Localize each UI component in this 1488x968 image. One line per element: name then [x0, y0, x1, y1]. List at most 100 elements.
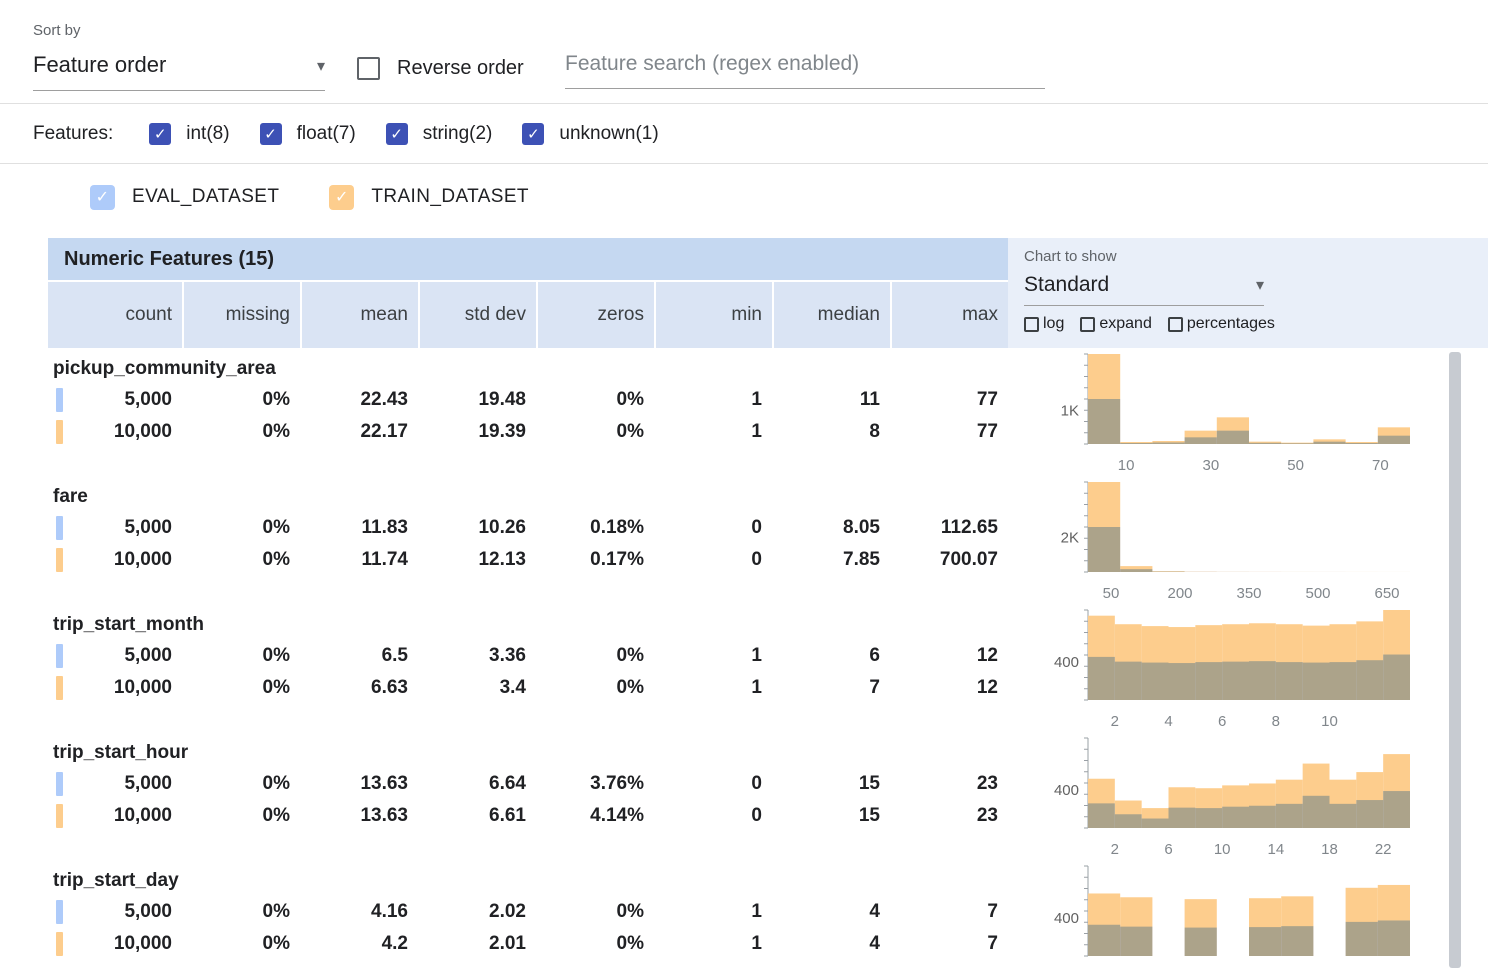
toolbar: Sort by Feature order ▾ Reverse order — [0, 0, 1488, 104]
dataset-legend: ✓ EVAL_DATASET ✓ TRAIN_DATASET — [0, 164, 1488, 230]
feature-histogram: 400 — [1008, 860, 1488, 968]
table-header: Numeric Features (15) countmissingmeanst… — [48, 238, 1488, 348]
stat-mean: 4.16 — [302, 896, 418, 928]
chart-controls-panel: Chart to show Standard ▾ log expan — [1008, 238, 1488, 348]
stat-median: 11 — [774, 384, 890, 416]
histogram-chart: 400246810 — [1020, 604, 1416, 732]
check-icon: ✓ — [335, 187, 349, 207]
svg-text:6: 6 — [1164, 841, 1172, 858]
checkbox-checked-icon: ✓ — [260, 123, 282, 145]
stat-mean: 6.63 — [302, 672, 418, 704]
feature-type-checkbox[interactable]: ✓ unknown(1) — [522, 123, 658, 145]
feature-type-checkbox[interactable]: ✓ string(2) — [386, 123, 493, 145]
stat-min: 0 — [656, 768, 772, 800]
column-header-mean: mean — [302, 282, 418, 348]
stat-mean: 22.17 — [302, 416, 418, 448]
stats-row-train_dataset: 10,0000%22.1719.390%1877 — [48, 416, 1008, 448]
column-headers: countmissingmeanstd devzerosminmedianmax — [48, 280, 1008, 348]
stats-row-train_dataset: 10,0000%6.633.40%1712 — [48, 672, 1008, 704]
stat-std-dev: 3.36 — [420, 640, 536, 672]
feature-name: fare — [48, 482, 1008, 512]
feature-row: trip_start_month 5,0000%6.53.360%161210,… — [48, 604, 1488, 732]
stats-row-train_dataset: 10,0000%11.7412.130.17%07.85700.07 — [48, 544, 1008, 576]
stat-std-dev: 19.48 — [420, 384, 536, 416]
chart-toggle-row: log expand percentages — [1024, 315, 1488, 333]
stat-std-dev: 3.4 — [420, 672, 536, 704]
stat-missing: 0% — [184, 640, 300, 672]
column-header-min: min — [656, 282, 772, 348]
dataset-swatch — [56, 548, 63, 572]
dataset-swatch — [56, 900, 63, 924]
stat-zeros: 3.76% — [538, 768, 654, 800]
stats-row-eval_dataset: 5,0000%11.8310.260.18%08.05112.65 — [48, 512, 1008, 544]
stat-count: 10,000 — [48, 928, 182, 960]
stat-max: 23 — [892, 800, 1008, 832]
stat-min: 1 — [656, 640, 772, 672]
stat-missing: 0% — [184, 928, 300, 960]
feature-type-label: int(8) — [186, 123, 229, 145]
numeric-features-table: Numeric Features (15) countmissingmeanst… — [48, 238, 1488, 968]
stat-count: 5,000 — [48, 768, 182, 800]
stat-zeros: 0% — [538, 416, 654, 448]
chart-type-select[interactable]: Standard ▾ — [1024, 265, 1264, 306]
svg-text:10: 10 — [1321, 713, 1338, 730]
chart-option-toggle[interactable]: log — [1024, 315, 1064, 333]
stat-max: 23 — [892, 768, 1008, 800]
svg-text:18: 18 — [1321, 841, 1338, 858]
chart-option-toggle[interactable]: expand — [1080, 315, 1152, 333]
stat-std-dev: 2.01 — [420, 928, 536, 960]
chart-option-toggle[interactable]: percentages — [1168, 315, 1275, 333]
stat-min: 0 — [656, 544, 772, 576]
stat-median: 7.85 — [774, 544, 890, 576]
svg-text:400: 400 — [1054, 910, 1079, 927]
reverse-order-checkbox[interactable]: Reverse order — [357, 57, 524, 80]
histogram-chart: 400 — [1020, 860, 1416, 968]
feature-search-input[interactable] — [565, 50, 1045, 89]
dataset-swatch — [56, 420, 63, 444]
stat-max: 12 — [892, 640, 1008, 672]
dataset-label: TRAIN_DATASET — [371, 186, 529, 208]
svg-text:400: 400 — [1054, 654, 1079, 671]
check-icon: ✓ — [154, 125, 167, 143]
feature-name: trip_start_month — [48, 610, 1008, 640]
stat-max: 12 — [892, 672, 1008, 704]
feature-type-label: string(2) — [423, 123, 493, 145]
svg-text:350: 350 — [1236, 585, 1261, 602]
histogram-chart: 2K50200350500650 — [1020, 476, 1416, 604]
svg-text:70: 70 — [1372, 457, 1389, 474]
checkbox-unchecked-icon — [1168, 317, 1183, 332]
svg-text:10: 10 — [1214, 841, 1231, 858]
sort-by-value: Feature order — [33, 52, 166, 78]
stat-median: 7 — [774, 672, 890, 704]
stat-min: 1 — [656, 896, 772, 928]
chart-option-label: expand — [1099, 315, 1152, 333]
stat-median: 8 — [774, 416, 890, 448]
svg-text:400: 400 — [1054, 782, 1079, 799]
stat-mean: 11.74 — [302, 544, 418, 576]
dataset-checkbox[interactable]: ✓ EVAL_DATASET — [90, 185, 279, 210]
svg-text:2K: 2K — [1061, 529, 1079, 546]
stat-mean: 11.83 — [302, 512, 418, 544]
stat-mean: 22.43 — [302, 384, 418, 416]
stat-max: 700.07 — [892, 544, 1008, 576]
chart-to-show-label: Chart to show — [1024, 248, 1488, 265]
dataset-checkbox[interactable]: ✓ TRAIN_DATASET — [329, 185, 529, 210]
vertical-scrollbar[interactable] — [1449, 352, 1461, 968]
chevron-down-icon: ▾ — [317, 59, 325, 78]
stat-zeros: 0% — [538, 672, 654, 704]
stat-count: 10,000 — [48, 416, 182, 448]
checkbox-checked-icon: ✓ — [149, 123, 171, 145]
feature-histogram: 4002610141822 — [1008, 732, 1488, 860]
stat-missing: 0% — [184, 800, 300, 832]
stats-row-eval_dataset: 5,0000%6.53.360%1612 — [48, 640, 1008, 672]
stat-median: 15 — [774, 768, 890, 800]
dataset-swatch — [56, 932, 63, 956]
stat-zeros: 0.18% — [538, 512, 654, 544]
histogram-chart: 4002610141822 — [1020, 732, 1416, 860]
feature-type-checkbox[interactable]: ✓ int(8) — [149, 123, 229, 145]
sort-by-select[interactable]: Feature order ▾ — [33, 52, 325, 91]
stat-missing: 0% — [184, 768, 300, 800]
stat-median: 15 — [774, 800, 890, 832]
stat-median: 4 — [774, 896, 890, 928]
feature-type-checkbox[interactable]: ✓ float(7) — [260, 123, 356, 145]
